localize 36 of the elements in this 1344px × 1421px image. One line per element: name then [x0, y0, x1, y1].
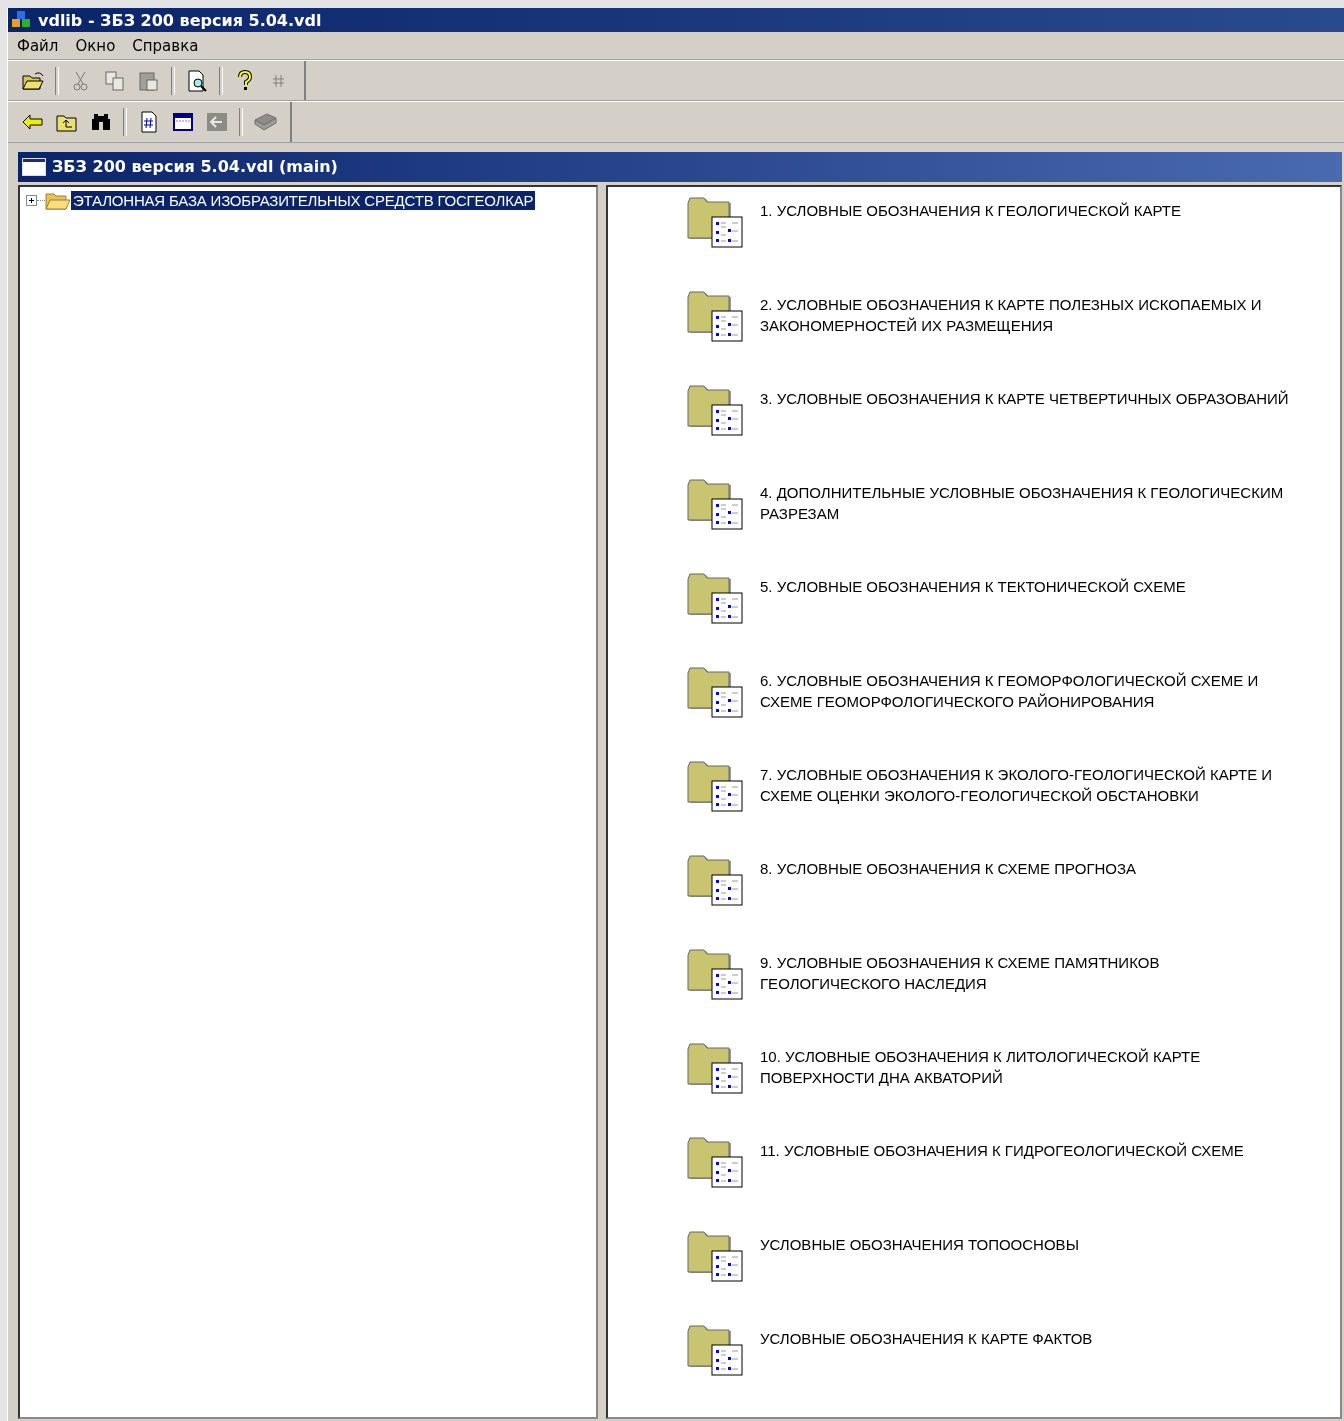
menu-item[interactable]: Окно [68, 36, 126, 55]
folder-document-icon[interactable] [686, 1323, 746, 1379]
folder-document-icon[interactable] [686, 195, 746, 251]
item-label[interactable]: 7. УСЛОВНЫЕ ОБОЗНАЧЕНИЯ К ЭКОЛОГО-ГЕОЛОГИЧЕСКОЙ КАРТЕ И СХЕМЕ ОЦЕНКИ ЭКОЛОГО-ГЕОЛОГИЧЕСКОЙ ОБСТАНОВКИ [760, 764, 1298, 806]
folder-document-icon[interactable] [686, 853, 746, 909]
folder-icon [45, 191, 71, 211]
window-title: vdlib - ЗБЗ 200 версия 5.04.vdl [38, 10, 322, 30]
folder-document-icon[interactable] [686, 759, 746, 815]
folder-document-icon[interactable] [686, 1041, 746, 1097]
folder-document-icon[interactable] [686, 289, 746, 345]
item-label[interactable]: 1. УСЛОВНЫЕ ОБОЗНАЧЕНИЯ К ГЕОЛОГИЧЕСКОЙ КАРТЕ [760, 200, 1181, 221]
folder-document-icon[interactable] [686, 1135, 746, 1191]
item-label[interactable]: УСЛОВНЫЕ ОБОЗНАЧЕНИЯ К КАРТЕ ФАКТОВ [760, 1328, 1093, 1349]
folder-document-icon[interactable] [686, 665, 746, 721]
menu-item[interactable]: Файл [10, 36, 69, 55]
folder-document-icon[interactable] [686, 947, 746, 1003]
item-label[interactable]: 3. УСЛОВНЫЕ ОБОЗНАЧЕНИЯ К КАРТЕ ЧЕТВЕРТИЧНЫХ ОБРАЗОВАНИЙ [760, 388, 1289, 409]
folder-document-icon[interactable] [686, 571, 746, 627]
item-label[interactable]: 9. УСЛОВНЫЕ ОБОЗНАЧЕНИЯ К СХЕМЕ ПАМЯТНИКОВ ГЕОЛОГИЧЕСКОГО НАСЛЕДИЯ [760, 952, 1298, 994]
item-label[interactable]: 10. УСЛОВНЫЕ ОБОЗНАЧЕНИЯ К ЛИТОЛОГИЧЕСКОЙ КАРТЕ ПОВЕРХНОСТИ ДНА АКВАТОРИЙ [760, 1046, 1298, 1088]
folder-document-icon[interactable] [686, 383, 746, 439]
item-label[interactable]: 8. УСЛОВНЫЕ ОБОЗНАЧЕНИЯ К СХЕМЕ ПРОГНОЗА [760, 858, 1137, 879]
folder-document-icon[interactable] [686, 477, 746, 533]
child-window-title: ЗБЗ 200 версия 5.04.vdl (main) [52, 157, 338, 177]
cubes-icon [12, 11, 32, 30]
menu-item[interactable]: Справка [125, 36, 209, 55]
item-label[interactable]: 11. УСЛОВНЫЕ ОБОЗНАЧЕНИЯ К ГИДРОГЕОЛОГИЧЕСКОЙ СХЕМЕ [760, 1140, 1244, 1161]
item-label[interactable]: 6. УСЛОВНЫЕ ОБОЗНАЧЕНИЯ К ГЕОМОРФОЛОГИЧЕСКОЙ СХЕМЕ И СХЕМЕ ГЕОМОРФОЛОГИЧЕСКОГО РАЙОНИРОВАНИЯ [760, 670, 1298, 712]
folder-document-icon[interactable] [686, 1229, 746, 1285]
item-label[interactable]: УСЛОВНЫЕ ОБОЗНАЧЕНИЯ ТОПООСНОВЫ [760, 1234, 1079, 1255]
expand-icon[interactable] [26, 195, 37, 207]
tree-item[interactable]: ЭТАЛОННАЯ БАЗА ИЗОБРАЗИТЕЛЬНЫХ СРЕДСТВ ГОСГЕОЛКАР [71, 191, 536, 211]
window-icon [22, 158, 46, 176]
item-label[interactable]: 4. ДОПОЛНИТЕЛЬНЫЕ УСЛОВНЫЕ ОБОЗНАЧЕНИЯ К ГЕОЛОГИЧЕСКИМ РАЗРЕЗАМ [760, 482, 1298, 524]
item-label[interactable]: 5. УСЛОВНЫЕ ОБОЗНАЧЕНИЯ К ТЕКТОНИЧЕСКОЙ СХЕМЕ [760, 576, 1186, 597]
item-label[interactable]: 2. УСЛОВНЫЕ ОБОЗНАЧЕНИЯ К КАРТЕ ПОЛЕЗНЫХ ИСКОПАЕМЫХ И ЗАКОНОМЕРНОСТЕЙ ИХ РАЗМЕЩЕНИЯ [760, 294, 1298, 336]
